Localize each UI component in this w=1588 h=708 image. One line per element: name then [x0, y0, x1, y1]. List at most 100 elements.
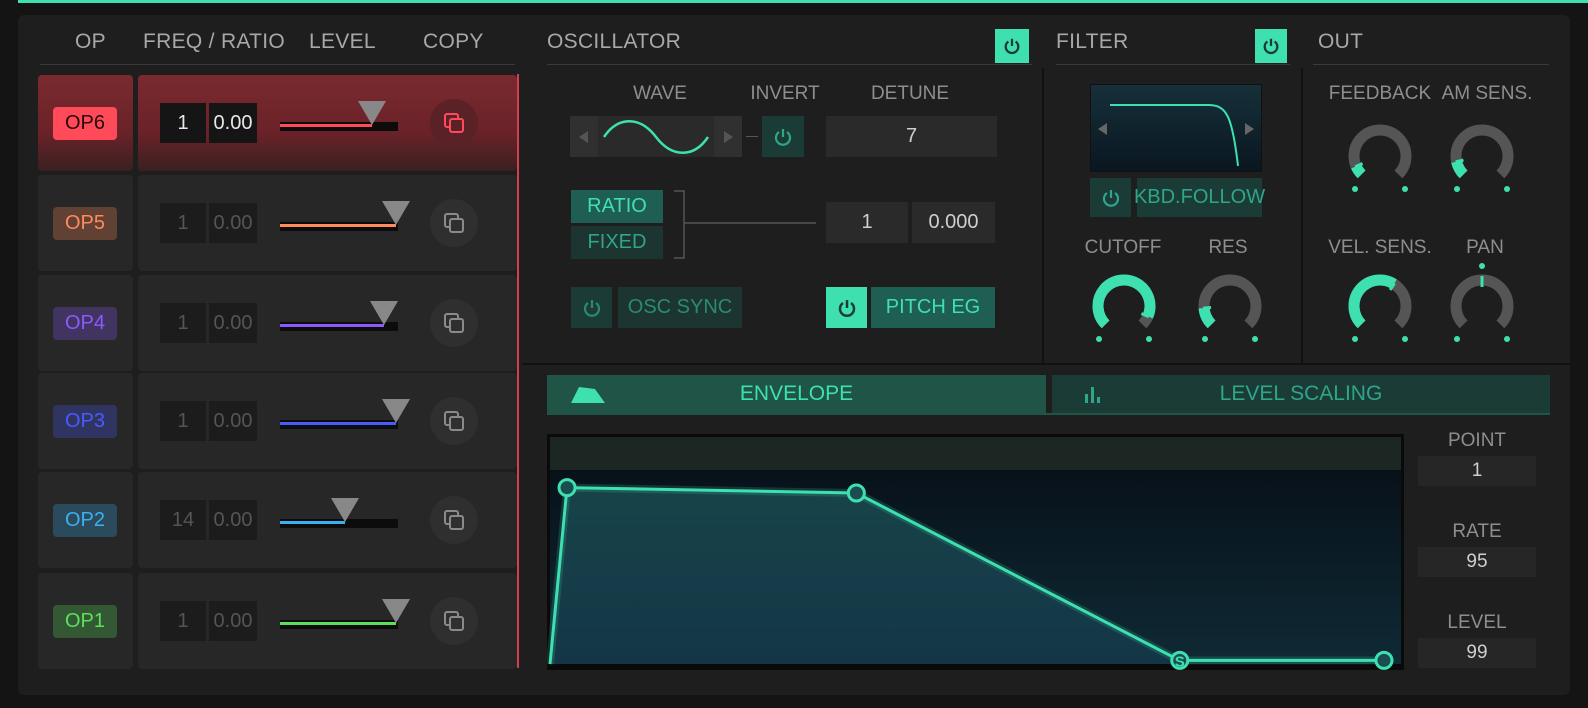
op-badge[interactable]: OP5 [53, 207, 117, 240]
op-badge[interactable]: OP6 [53, 107, 117, 140]
knob-pointer [1202, 305, 1212, 310]
point-value[interactable]: 1 [1418, 456, 1536, 486]
vel-sens-knob[interactable] [1344, 270, 1416, 344]
op-level-thumb[interactable] [369, 301, 398, 325]
knob-pointer [1455, 158, 1464, 164]
op-select-cell[interactable]: OP6 [38, 75, 133, 171]
fixed-mode-button[interactable]: FIXED [571, 226, 663, 259]
copy-icon [444, 411, 464, 431]
op-select-cell[interactable]: OP3 [38, 373, 133, 469]
op-coarse-value[interactable]: 1 [160, 601, 206, 641]
knob-min-dot [1454, 186, 1460, 192]
op-fine-value[interactable]: 0.00 [209, 401, 257, 441]
op-level-thumb[interactable] [381, 399, 410, 423]
level-value[interactable]: 99 [1418, 638, 1536, 668]
power-icon [1263, 38, 1279, 55]
knob-min-dot [1202, 336, 1208, 342]
op-coarse-value[interactable]: 1 [160, 203, 206, 243]
knob-min-dot [1352, 186, 1358, 192]
op-fine-value[interactable]: 0.00 [209, 303, 257, 343]
ratio-mode-button[interactable]: RATIO [571, 190, 663, 223]
op-select-cell[interactable]: OP4 [38, 275, 133, 371]
point-label: POINT [1447, 430, 1507, 451]
rate-value[interactable]: 95 [1418, 547, 1536, 577]
out-title: OUT [1318, 30, 1364, 53]
kbd-follow-power[interactable] [1090, 178, 1131, 217]
pitch-eg-power[interactable] [826, 287, 867, 328]
am-sens-knob[interactable] [1446, 120, 1518, 194]
cutoff-knob[interactable] [1088, 270, 1160, 344]
wave-prev-button[interactable] [570, 116, 598, 157]
coarse-value[interactable]: 1 [826, 202, 908, 243]
op-coarse-value[interactable]: 1 [160, 103, 206, 143]
kbd-follow-button[interactable]: KBD.FOLLOW [1134, 178, 1265, 217]
pan-knob[interactable] [1446, 262, 1518, 344]
op-level-thumb[interactable] [381, 599, 410, 623]
knob-value-arc [1198, 307, 1216, 329]
arrow-left-icon [579, 130, 588, 143]
op-fine-value[interactable]: 0.00 [209, 103, 257, 143]
tab-envelope-label: ENVELOPE [739, 382, 854, 405]
cutoff-label: CUTOFF [1084, 237, 1162, 258]
wave-next-button[interactable] [714, 116, 742, 157]
active-op-indicator [517, 74, 519, 668]
feedback-label: FEEDBACK [1328, 83, 1432, 104]
copy-icon [444, 611, 464, 631]
op-coarse-value[interactable]: 1 [160, 303, 206, 343]
filter-power-button[interactable] [1255, 29, 1287, 63]
osc-sync-button[interactable]: OSC SYNC [618, 287, 742, 328]
tab-level-scaling[interactable]: LEVEL SCALING [1052, 375, 1550, 413]
op-badge[interactable]: OP2 [53, 504, 117, 537]
op-level-slider[interactable] [280, 222, 398, 231]
op-copy-button[interactable] [430, 397, 478, 445]
res-knob[interactable] [1194, 270, 1266, 344]
envelope-point-1 [557, 478, 577, 498]
knob-min-dot [1352, 336, 1358, 342]
osc-sync-power[interactable] [571, 287, 612, 328]
sustain-marker: S [1175, 653, 1185, 670]
filter-response-display[interactable] [1090, 84, 1262, 172]
knob-value-arc [1348, 274, 1397, 329]
op-badge[interactable]: OP4 [53, 307, 117, 340]
op-select-cell[interactable]: OP2 [38, 472, 133, 568]
op-fine-value[interactable]: 0.00 [209, 601, 257, 641]
tab-envelope[interactable]: ENVELOPE [547, 375, 1046, 413]
op-header-divider [40, 64, 515, 65]
op-select-cell[interactable]: OP5 [38, 175, 133, 271]
fine-value[interactable]: 0.000 [912, 202, 995, 243]
operator-row: 1 0.00 [138, 75, 517, 171]
knob-value-arc [1451, 160, 1468, 179]
op-copy-button[interactable] [430, 99, 478, 147]
operator-row: 1 0.00 [138, 373, 517, 469]
op-fine-value[interactable]: 0.00 [209, 203, 257, 243]
am-sens-label: AM SENS. [1441, 83, 1533, 104]
op-level-thumb[interactable] [358, 101, 387, 125]
op-copy-button[interactable] [430, 597, 478, 645]
envelope-editor[interactable]: S [547, 434, 1404, 670]
op-fine-value[interactable]: 0.00 [209, 500, 257, 540]
operator-row: 14 0.00 [138, 472, 517, 568]
op-copy-button[interactable] [430, 199, 478, 247]
op-level-thumb[interactable] [381, 201, 410, 225]
mode-bracket [674, 190, 816, 259]
op-coarse-value[interactable]: 1 [160, 401, 206, 441]
feedback-knob[interactable] [1344, 120, 1416, 194]
upper-lower-divider [522, 363, 1570, 365]
pitch-eg-button[interactable]: PITCH EG [871, 287, 995, 328]
detune-value[interactable]: 7 [826, 116, 997, 157]
oscillator-power-button[interactable] [995, 29, 1029, 63]
op-copy-button[interactable] [430, 496, 478, 544]
op-badge[interactable]: OP3 [53, 405, 117, 438]
op-level-slider[interactable] [280, 620, 398, 629]
op-level-fill [280, 622, 396, 625]
op-level-thumb[interactable] [330, 498, 359, 522]
op-badge[interactable]: OP1 [53, 605, 117, 638]
op-select-cell[interactable]: OP1 [38, 573, 133, 669]
op-coarse-value[interactable]: 14 [160, 500, 206, 540]
operator-row: 1 0.00 [138, 175, 517, 271]
op-copy-button[interactable] [430, 299, 478, 347]
invert-toggle[interactable] [762, 116, 804, 157]
vel-sens-label: VEL. SENS. [1328, 237, 1432, 258]
op-level-slider[interactable] [280, 420, 398, 429]
invert-label: INVERT [750, 83, 820, 104]
